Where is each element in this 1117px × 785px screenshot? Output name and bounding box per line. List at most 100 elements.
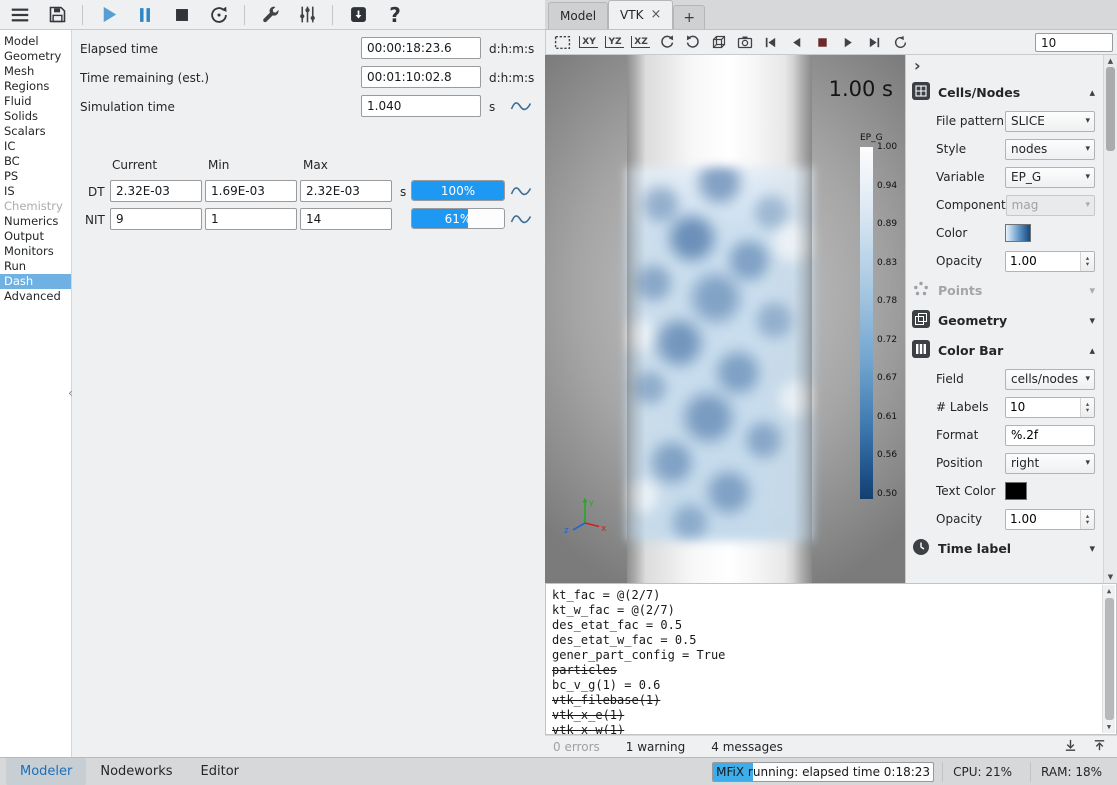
spin-arrows[interactable]: ▴▾: [1080, 252, 1094, 271]
sidebar-item-dash[interactable]: Dash: [0, 274, 71, 289]
sidebar-item-advanced[interactable]: Advanced: [0, 289, 71, 304]
nit-current-field[interactable]: [110, 208, 202, 230]
elapsed-time-field[interactable]: [361, 37, 481, 59]
messages-count[interactable]: 4 messages: [711, 740, 783, 754]
collapse-panel-button[interactable]: ›: [914, 59, 921, 73]
menu-icon[interactable]: [8, 3, 32, 27]
last-frame-icon[interactable]: [865, 33, 884, 52]
position-select[interactable]: right ▾: [1005, 453, 1095, 474]
view-xz-icon[interactable]: XZ: [631, 33, 650, 52]
rotate-right-icon[interactable]: [683, 33, 702, 52]
dt-max-field[interactable]: [300, 180, 392, 202]
first-frame-icon[interactable]: [761, 33, 780, 52]
download-box-icon[interactable]: [346, 3, 370, 27]
sidebar-item-bc[interactable]: BC: [0, 154, 71, 169]
sidebar-item-mesh[interactable]: Mesh: [0, 64, 71, 79]
sidebar-item-output[interactable]: Output: [0, 229, 71, 244]
colorbar-opacity-value[interactable]: [1006, 510, 1080, 529]
sidebar-item-regions[interactable]: Regions: [0, 79, 71, 94]
help-icon[interactable]: ?: [383, 3, 407, 27]
sidebar-item-solids[interactable]: Solids: [0, 109, 71, 124]
sidebar-item-geometry[interactable]: Geometry: [0, 49, 71, 64]
variable-select[interactable]: EP_G ▾: [1005, 167, 1095, 188]
sidebar-item-monitors[interactable]: Monitors: [0, 244, 71, 259]
next-frame-icon[interactable]: [839, 33, 858, 52]
stop-playback-icon[interactable]: [813, 33, 832, 52]
scroll-down-icon[interactable]: ▼: [1103, 723, 1115, 731]
section-color-bar[interactable]: Color Bar ▴: [906, 335, 1103, 365]
time-remaining-field[interactable]: [361, 66, 481, 88]
scroll-down-icon[interactable]: ▼: [1104, 573, 1117, 581]
dt-min-field[interactable]: [205, 180, 297, 202]
warnings-count[interactable]: 1 warning: [626, 740, 686, 754]
sidebar-item-ic[interactable]: IC: [0, 139, 71, 154]
vtk-render-view[interactable]: 1.00 s EP_G 1.00 0.94 0.89 0.83 0.78 0.7…: [545, 55, 905, 583]
style-select[interactable]: nodes ▾: [1005, 139, 1095, 160]
snapshot-icon[interactable]: [553, 33, 572, 52]
camera-icon[interactable]: [735, 33, 754, 52]
console-scrollbar[interactable]: ▲ ▼: [1102, 585, 1115, 733]
sliders-icon[interactable]: [295, 3, 319, 27]
previous-frame-icon[interactable]: [787, 33, 806, 52]
scroll-up-icon[interactable]: ▲: [1103, 587, 1115, 595]
section-time-label[interactable]: Time label ▾: [906, 533, 1103, 563]
settings-scrollbar[interactable]: ▲ ▼: [1103, 55, 1117, 583]
sidebar-item-is[interactable]: IS: [0, 184, 71, 199]
sparkline-icon[interactable]: [510, 211, 532, 227]
reset-icon[interactable]: [207, 3, 231, 27]
tab-nodeworks[interactable]: Nodeworks: [86, 758, 186, 785]
simulation-time-field[interactable]: [361, 95, 481, 117]
vtk-frame-input[interactable]: [1035, 33, 1113, 52]
scroll-to-bottom-icon[interactable]: [1063, 738, 1078, 756]
loop-icon[interactable]: [891, 33, 910, 52]
colorbar-opacity-spinbox[interactable]: ▴▾: [1005, 509, 1095, 530]
color-map-swatch[interactable]: [1005, 224, 1031, 242]
opacity-value[interactable]: [1006, 252, 1080, 271]
close-icon[interactable]: ×: [650, 10, 661, 20]
spin-arrows[interactable]: ▴▾: [1080, 510, 1094, 529]
tab-vtk[interactable]: VTK ×: [608, 0, 673, 29]
save-icon[interactable]: [45, 3, 69, 27]
sparkline-icon[interactable]: [510, 183, 532, 199]
sidebar-item-ps[interactable]: PS: [0, 169, 71, 184]
sidebar-item-fluid[interactable]: Fluid: [0, 94, 71, 109]
pause-icon[interactable]: [133, 3, 157, 27]
tab-add[interactable]: +: [673, 5, 705, 29]
jump-to-top-icon[interactable]: [1092, 738, 1107, 756]
wrench-icon[interactable]: [258, 3, 282, 27]
text-color-swatch[interactable]: [1005, 482, 1027, 500]
collapse-arrow-icon[interactable]: ▴: [1089, 86, 1095, 99]
tab-model[interactable]: Model: [548, 2, 608, 29]
nit-max-field[interactable]: [300, 208, 392, 230]
rotate-left-icon[interactable]: [657, 33, 676, 52]
sidebar-item-run[interactable]: Run: [0, 259, 71, 274]
format-input[interactable]: [1005, 425, 1095, 446]
output-console[interactable]: kt_fac = @(2/7) kt_w_fac = @(2/7) des_et…: [545, 583, 1117, 735]
play-icon[interactable]: [96, 3, 120, 27]
file-pattern-select[interactable]: SLICE ▾: [1005, 111, 1095, 132]
scrollbar-handle[interactable]: [1106, 67, 1115, 151]
section-cells-nodes[interactable]: Cells/Nodes ▴: [906, 77, 1103, 107]
sidebar-item-numerics[interactable]: Numerics: [0, 214, 71, 229]
collapse-arrow-icon[interactable]: ▾: [1089, 542, 1095, 555]
perspective-icon[interactable]: [709, 33, 728, 52]
dt-current-field[interactable]: [110, 180, 202, 202]
num-labels-spinbox[interactable]: ▴▾: [1005, 397, 1095, 418]
errors-count[interactable]: 0 errors: [553, 740, 600, 754]
view-yz-icon[interactable]: YZ: [605, 33, 624, 52]
num-labels-value[interactable]: [1006, 398, 1080, 417]
sidebar-item-scalars[interactable]: Scalars: [0, 124, 71, 139]
collapse-arrow-icon[interactable]: ▴: [1089, 344, 1095, 357]
tab-modeler[interactable]: Modeler: [6, 758, 86, 785]
splitter-handle[interactable]: ‹: [68, 386, 78, 406]
nit-min-field[interactable]: [205, 208, 297, 230]
scrollbar-handle[interactable]: [1105, 598, 1114, 720]
view-xy-icon[interactable]: XY: [579, 33, 598, 52]
spin-arrows[interactable]: ▴▾: [1080, 398, 1094, 417]
collapse-arrow-icon[interactable]: ▾: [1089, 284, 1095, 297]
opacity-spinbox[interactable]: ▴▾: [1005, 251, 1095, 272]
scroll-up-icon[interactable]: ▲: [1104, 57, 1117, 65]
collapse-arrow-icon[interactable]: ▾: [1089, 314, 1095, 327]
colorbar-field-select[interactable]: cells/nodes ▾: [1005, 369, 1095, 390]
sidebar-item-model[interactable]: Model: [0, 34, 71, 49]
